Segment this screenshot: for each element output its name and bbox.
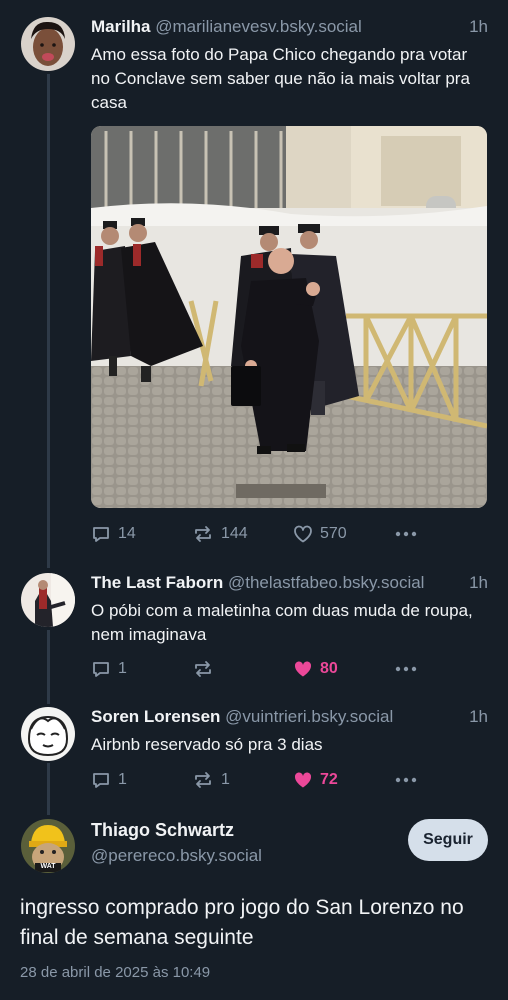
post-actions: 1 80 — [91, 656, 488, 682]
reply-icon — [91, 659, 111, 679]
author-handle[interactable]: @vuintrieri.bsky.social — [225, 707, 393, 726]
author-handle[interactable]: @thelastfabeo.bsky.social — [228, 573, 425, 592]
thread-line — [47, 763, 50, 815]
repost-count: 1 — [221, 771, 230, 788]
reply-icon — [91, 524, 111, 544]
like-button[interactable]: 72 — [293, 767, 338, 793]
avatar-badge: WAT — [40, 863, 56, 870]
post-header: The Last Faborn @thelastfabeo.bsky.socia… — [91, 573, 488, 597]
post-header: Soren Lorensen @vuintrieri.bsky.social 1… — [91, 707, 488, 731]
post-text: Airbnb reservado só pra 3 dias — [91, 735, 323, 754]
follow-button[interactable]: Seguir — [408, 819, 488, 861]
reply-count: 14 — [118, 525, 136, 542]
more-icon — [395, 531, 417, 537]
repost-icon — [192, 770, 214, 790]
main-post-text: ingresso comprado pro jogo do San Lorenz… — [20, 896, 464, 949]
post-header: Marilha @marilianevesv.bsky.social 1h — [91, 17, 488, 41]
reply-icon — [91, 770, 111, 790]
like-count: 72 — [320, 771, 338, 788]
author-name[interactable]: Soren Lorensen — [91, 707, 220, 726]
like-button[interactable]: 570 — [293, 521, 347, 547]
avatar[interactable] — [21, 17, 75, 71]
repost-button[interactable] — [192, 656, 221, 682]
more-icon — [395, 666, 417, 672]
author-name[interactable]: The Last Faborn — [91, 573, 223, 592]
like-count: 570 — [320, 525, 347, 542]
repost-button[interactable]: 1 — [192, 767, 230, 793]
post-actions: 1 1 72 — [91, 767, 488, 793]
reply-count: 1 — [118, 771, 127, 788]
more-options-button[interactable] — [395, 767, 417, 793]
avatar[interactable] — [21, 573, 75, 627]
reply-count: 1 — [118, 660, 127, 677]
post-date[interactable]: 28 de abril de 2025 às 10:49 — [20, 964, 210, 981]
post-actions: 14 144 570 — [91, 521, 488, 547]
author-name-text: Thiago Schwartz — [91, 820, 235, 840]
more-options-button[interactable] — [395, 656, 417, 682]
repost-count: 144 — [221, 525, 248, 542]
author-name[interactable]: Marilha — [91, 17, 151, 36]
more-icon — [395, 777, 417, 783]
heart-filled-icon — [293, 771, 313, 789]
repost-icon — [192, 524, 214, 544]
avatar[interactable] — [21, 707, 75, 761]
more-options-button[interactable] — [395, 521, 417, 547]
reply-button[interactable]: 1 — [91, 767, 127, 793]
post-image[interactable] — [91, 126, 487, 508]
like-button[interactable]: 80 — [293, 656, 338, 682]
heart-filled-icon — [293, 660, 313, 678]
author-handle[interactable]: @marilianevesv.bsky.social — [155, 17, 362, 36]
avatar[interactable]: WAT — [21, 819, 75, 873]
thread-line — [47, 630, 50, 704]
post-time[interactable]: 1h — [469, 573, 488, 593]
post-text: Amo essa foto do Papa Chico chegando pra… — [91, 45, 470, 112]
post-time[interactable]: 1h — [469, 17, 488, 37]
post-text: O póbi com a maletinha com duas muda de … — [91, 601, 473, 644]
repost-button[interactable]: 144 — [192, 521, 248, 547]
like-count: 80 — [320, 660, 338, 677]
heart-icon — [293, 525, 313, 543]
author-handle-text: @perereco.bsky.social — [91, 846, 262, 865]
reply-button[interactable]: 1 — [91, 656, 127, 682]
post-time[interactable]: 1h — [469, 707, 488, 727]
repost-icon — [192, 659, 214, 679]
thread-line — [47, 74, 50, 568]
reply-button[interactable]: 14 — [91, 521, 136, 547]
